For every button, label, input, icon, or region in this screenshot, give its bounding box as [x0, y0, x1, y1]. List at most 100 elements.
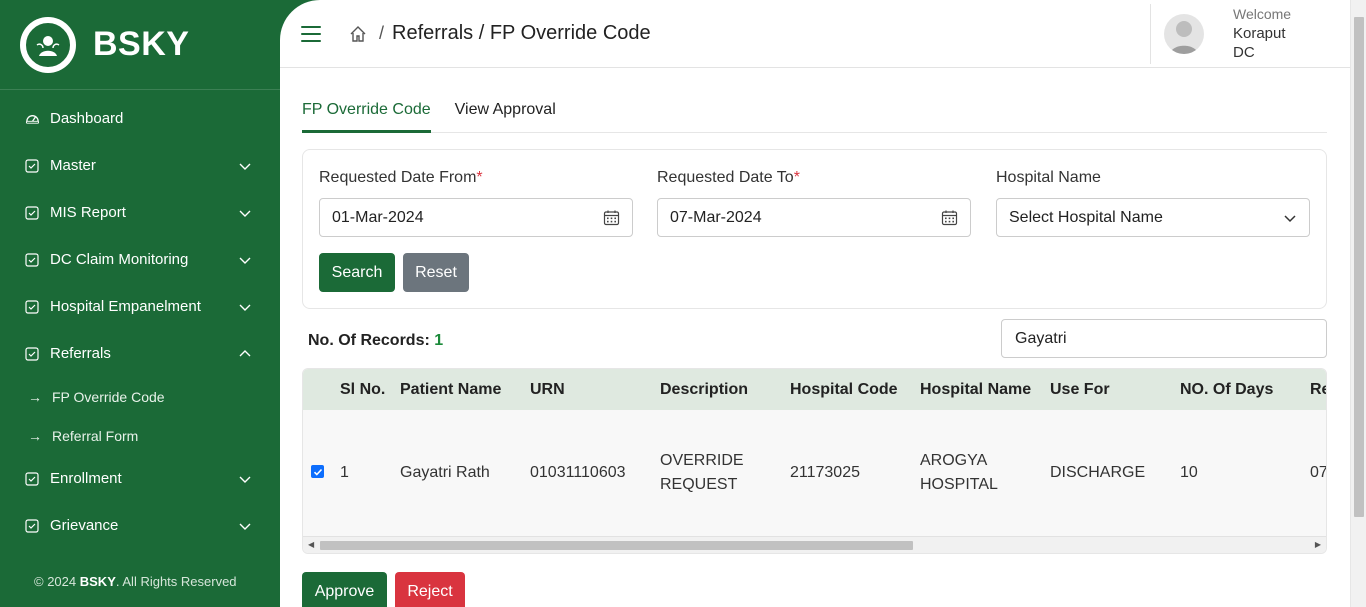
column-header: NO. Of Days: [1180, 381, 1274, 398]
sidebar-item-mis-report[interactable]: MIS Report: [0, 189, 280, 236]
cell-description-line2: REQUEST: [660, 476, 738, 493]
sidebar-subitem-fp-override-code[interactable]: → FP Override Code: [0, 377, 280, 416]
scroll-left-icon[interactable]: ◀: [308, 540, 314, 549]
cell-patient-name: Gayatri Rath: [400, 464, 490, 481]
checkmark-icon: [313, 468, 322, 476]
calendar-icon[interactable]: [603, 209, 620, 226]
date-to-field: Requested Date To* 07-Mar-2024: [657, 169, 971, 237]
date-to-value: 07-Mar-2024: [670, 208, 762, 226]
cell-hospital-name: AROGYA HOSPITAL: [920, 449, 998, 497]
brand-name: BSKY: [93, 25, 190, 63]
avatar: [1164, 14, 1204, 54]
sidebar-item-referrals[interactable]: Referrals: [0, 330, 280, 377]
column-header: Re: [1310, 381, 1326, 398]
cell-hospital-name-line1: AROGYA: [920, 452, 988, 469]
bsky-logo: [20, 16, 76, 73]
chevron-up-icon: [239, 349, 251, 356]
table-header: Sl No. Patient Name URN Description Hosp…: [303, 369, 1326, 410]
sidebar-item-hospital-empanelment[interactable]: Hospital Empanelment: [0, 283, 280, 330]
reject-button[interactable]: Reject: [395, 572, 465, 607]
table-search-input[interactable]: Gayatri: [1001, 319, 1327, 358]
menu-toggle-icon[interactable]: [301, 25, 321, 42]
sidebar-item-label: Dashboard: [50, 110, 124, 127]
sidebar-item-label: MIS Report: [50, 204, 126, 221]
column-header: Patient Name: [400, 381, 502, 398]
breadcrumb-separator: /: [379, 23, 385, 43]
column-header: Description: [660, 381, 749, 398]
reset-button[interactable]: Reset: [403, 253, 469, 292]
chevron-down-icon: [1284, 214, 1296, 222]
sidebar-item-label: DC Claim Monitoring: [50, 251, 189, 268]
table-search-value: Gayatri: [1015, 329, 1067, 347]
chevron-down-icon: [239, 257, 251, 264]
column-header: Use For: [1050, 381, 1110, 398]
tab-view-approval[interactable]: View Approval: [455, 88, 556, 133]
check-square-icon: [24, 252, 40, 268]
copyright-brand: BSKY: [79, 574, 116, 589]
sidebar-subitem-referral-form[interactable]: → Referral Form: [0, 416, 280, 455]
cell-hospital-name-line2: HOSPITAL: [920, 476, 998, 493]
column-header: Hospital Code: [790, 381, 898, 398]
home-icon[interactable]: [349, 25, 367, 43]
date-from-value: 01-Mar-2024: [332, 208, 424, 226]
sidebar-item-grievance[interactable]: Grievance: [0, 502, 280, 549]
horizontal-scrollbar[interactable]: ◀ ▶: [303, 536, 1326, 553]
sidebar: BSKY Dashboard Master MIS Report DC Clai…: [0, 0, 280, 607]
copyright-year: © 2024: [34, 574, 77, 589]
cell-description: OVERRIDE REQUEST: [660, 449, 744, 497]
tab-fp-override-code[interactable]: FP Override Code: [302, 88, 431, 133]
scrollbar-thumb[interactable]: [320, 541, 913, 550]
sidebar-subitem-label: Referral Form: [52, 427, 139, 444]
vertical-scrollbar[interactable]: [1350, 0, 1366, 607]
cell-description-line1: OVERRIDE: [660, 452, 744, 469]
date-to-label: Requested Date To*: [657, 169, 800, 186]
user-menu[interactable]: Welcome Koraput DC: [1150, 4, 1350, 64]
user-name: Welcome Koraput DC: [1233, 5, 1291, 62]
sidebar-item-dc-claim-monitoring[interactable]: DC Claim Monitoring: [0, 236, 280, 283]
topbar: / Referrals / FP Override Code Welcome K…: [280, 0, 1350, 68]
cell-sl-no: 1: [340, 464, 349, 481]
date-from-input[interactable]: 01-Mar-2024: [319, 198, 633, 237]
check-square-icon: [24, 158, 40, 174]
scroll-right-icon[interactable]: ▶: [1315, 540, 1321, 549]
gauge-icon: [24, 111, 40, 127]
user-name-line2: DC: [1233, 44, 1255, 61]
sidebar-item-label: Referrals: [50, 345, 111, 362]
date-from-field: Requested Date From* 01-Mar-2024: [319, 169, 633, 237]
sidebar-item-enrollment[interactable]: Enrollment: [0, 455, 280, 502]
hospital-select-value: Select Hospital Name: [1009, 208, 1163, 226]
sidebar-item-master[interactable]: Master: [0, 142, 280, 189]
cell-requested: 07: [1310, 464, 1327, 481]
sidebar-item-dashboard[interactable]: Dashboard: [0, 95, 280, 142]
chevron-down-icon: [239, 476, 251, 483]
hospital-field: Hospital Name Select Hospital Name: [996, 169, 1310, 237]
check-square-icon: [24, 299, 40, 315]
row-checkbox[interactable]: [311, 465, 324, 478]
brand: BSKY: [0, 0, 280, 90]
date-to-input[interactable]: 07-Mar-2024: [657, 198, 971, 237]
calendar-icon[interactable]: [941, 209, 958, 226]
scrollbar-thumb[interactable]: [1354, 17, 1364, 517]
search-button[interactable]: Search: [319, 253, 395, 292]
cell-no-of-days: 10: [1180, 464, 1198, 481]
records-label: No. Of Records:: [308, 332, 430, 349]
hospital-label: Hospital Name: [996, 169, 1101, 186]
cell-use-for: DISCHARGE: [1050, 464, 1146, 481]
table-row: 1 Gayatri Rath 01031110603 OVERRIDE REQU…: [303, 410, 1326, 538]
chevron-down-icon: [239, 210, 251, 217]
records-count-value: 1: [434, 332, 444, 349]
check-square-icon: [24, 205, 40, 221]
sidebar-subitem-label: FP Override Code: [52, 388, 165, 405]
sidebar-item-label: Master: [50, 157, 96, 174]
column-header: Sl No.: [340, 381, 386, 398]
arrow-right-icon: →: [28, 388, 42, 405]
chevron-down-icon: [239, 163, 251, 170]
sidebar-item-label: Enrollment: [50, 470, 122, 487]
sidebar-item-label: Hospital Empanelment: [50, 298, 201, 315]
hospital-select[interactable]: Select Hospital Name: [996, 198, 1310, 237]
check-square-icon: [24, 471, 40, 487]
copyright-suffix: . All Rights Reserved: [115, 574, 237, 589]
welcome-text: Welcome: [1233, 6, 1292, 22]
approve-button[interactable]: Approve: [302, 572, 387, 607]
check-square-icon: [24, 346, 40, 362]
